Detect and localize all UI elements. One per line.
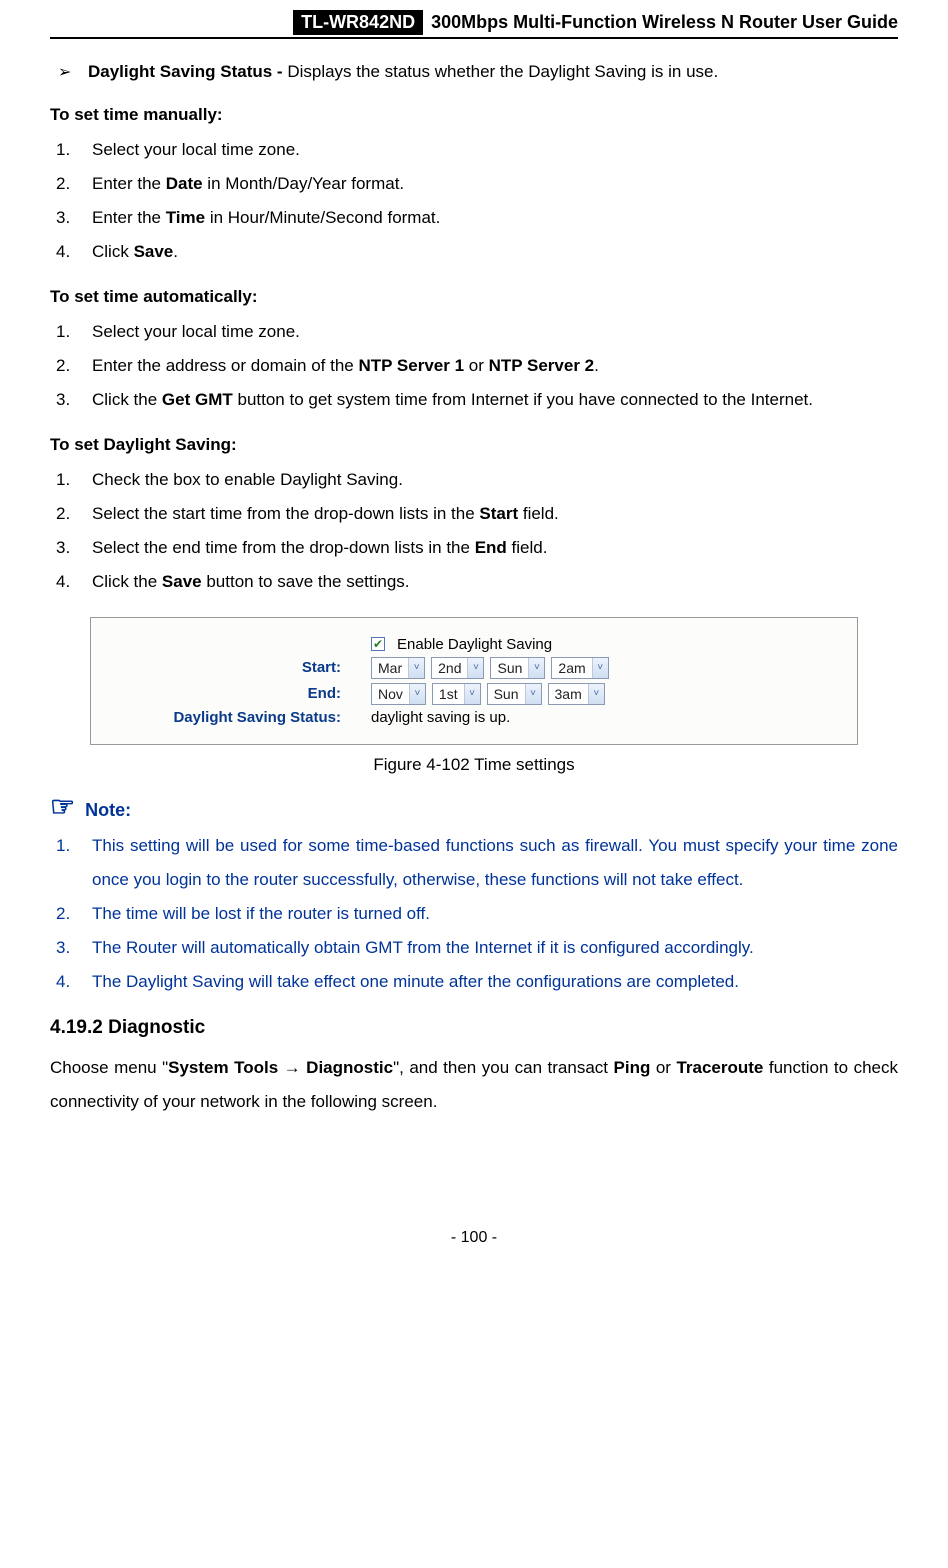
- manual-title: To set time manually:: [50, 105, 898, 125]
- auto-title: To set time automatically:: [50, 287, 898, 307]
- list-item: 1.Select your local time zone.: [56, 315, 898, 349]
- enable-ds-label: Enable Daylight Saving: [397, 636, 552, 653]
- chevron-down-icon: ˅: [592, 658, 608, 678]
- start-month-select[interactable]: Mar˅: [371, 657, 425, 679]
- list-item: 4.Click Save.: [56, 235, 898, 269]
- list-item: 3.The Router will automatically obtain G…: [56, 931, 898, 965]
- chevron-down-icon: ˅: [588, 684, 604, 704]
- dss-text: Daylight Saving Status - Displays the st…: [88, 59, 718, 85]
- start-hour-select[interactable]: 2am˅: [551, 657, 608, 679]
- ds-title: To set Daylight Saving:: [50, 435, 898, 455]
- dss-desc: Displays the status whether the Daylight…: [287, 62, 718, 81]
- header-model: TL-WR842ND: [293, 10, 423, 35]
- diagnostic-para: Choose menu "System Tools → Diagnostic",…: [50, 1051, 898, 1119]
- list-item: 2.Select the start time from the drop-do…: [56, 497, 898, 531]
- list-item: 1.Select your local time zone.: [56, 133, 898, 167]
- page-header: TL-WR842ND 300Mbps Multi-Function Wirele…: [50, 10, 898, 39]
- chevron-down-icon: ˅: [525, 684, 541, 704]
- ds-steps: 1.Check the box to enable Daylight Savin…: [50, 463, 898, 599]
- figure-daylight-saving: ✔ Enable Daylight Saving Start: Mar˅ 2nd…: [90, 617, 858, 745]
- list-item: 3.Select the end time from the drop-down…: [56, 531, 898, 565]
- dss-label: Daylight Saving Status -: [88, 62, 287, 81]
- note-list: 1.This setting will be used for some tim…: [50, 829, 898, 999]
- dss-status-text: daylight saving is up.: [371, 709, 510, 726]
- manual-steps: 1.Select your local time zone. 2.Enter t…: [50, 133, 898, 269]
- end-ord-select[interactable]: 1st˅: [432, 683, 481, 705]
- list-item: 4.Click the Save button to save the sett…: [56, 565, 898, 599]
- page-number: - 100 -: [50, 1229, 898, 1247]
- list-item: 3.Click the Get GMT button to get system…: [56, 383, 898, 417]
- list-item: 3.Enter the Time in Hour/Minute/Second f…: [56, 201, 898, 235]
- diagnostic-heading: 4.19.2 Diagnostic: [50, 1017, 898, 1039]
- end-hour-select[interactable]: 3am˅: [548, 683, 605, 705]
- auto-steps: 1.Select your local time zone. 2.Enter t…: [50, 315, 898, 417]
- end-label: End:: [101, 685, 371, 702]
- chevron-down-icon: ˅: [409, 684, 425, 704]
- dss-bullet: ➢ Daylight Saving Status - Displays the …: [50, 59, 898, 85]
- start-ord-select[interactable]: 2nd˅: [431, 657, 484, 679]
- bullet-arrow-icon: ➢: [50, 62, 88, 82]
- dss-label-fig: Daylight Saving Status:: [101, 709, 371, 726]
- list-item: 2.Enter the Date in Month/Day/Year forma…: [56, 167, 898, 201]
- figure-caption: Figure 4-102 Time settings: [50, 755, 898, 775]
- list-item: 4.The Daylight Saving will take effect o…: [56, 965, 898, 999]
- start-label: Start:: [101, 659, 371, 676]
- list-item: 1.This setting will be used for some tim…: [56, 829, 898, 897]
- start-day-select[interactable]: Sun˅: [490, 657, 545, 679]
- chevron-down-icon: ˅: [467, 658, 483, 678]
- enable-ds-checkbox[interactable]: ✔: [371, 637, 385, 651]
- list-item: 2.Enter the address or domain of the NTP…: [56, 349, 898, 383]
- end-day-select[interactable]: Sun˅: [487, 683, 542, 705]
- list-item: 2.The time will be lost if the router is…: [56, 897, 898, 931]
- list-item: 1.Check the box to enable Daylight Savin…: [56, 463, 898, 497]
- chevron-down-icon: ˅: [528, 658, 544, 678]
- header-title: 300Mbps Multi-Function Wireless N Router…: [423, 10, 898, 35]
- chevron-down-icon: ˅: [408, 658, 424, 678]
- end-month-select[interactable]: Nov˅: [371, 683, 426, 705]
- note-header: ☞ Note:: [50, 793, 898, 821]
- pointing-hand-icon: ☞: [50, 793, 75, 821]
- note-label: Note:: [85, 800, 131, 821]
- chevron-down-icon: ˅: [464, 684, 480, 704]
